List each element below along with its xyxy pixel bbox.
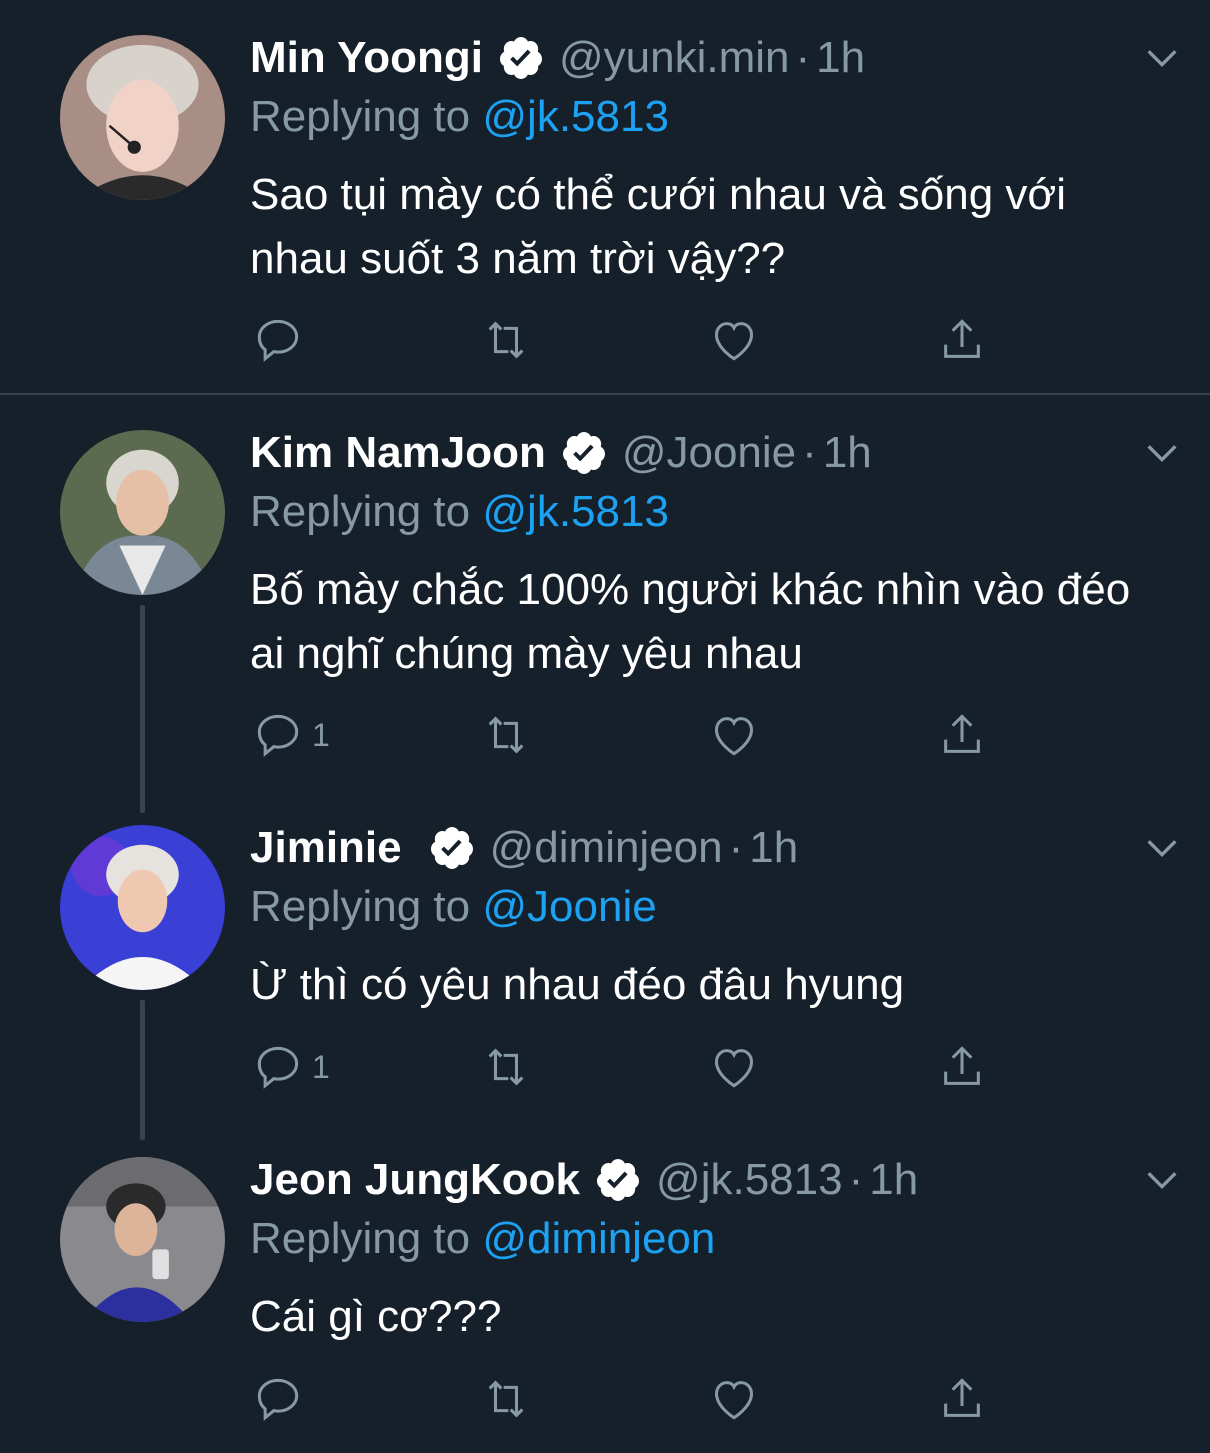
- retweet-icon: [488, 321, 524, 359]
- retweet-button[interactable]: [478, 1037, 534, 1097]
- tweet-kim-namjoon[interactable]: Kim NamJoon @Joonie · 1h Replying to @jk…: [0, 395, 1210, 813]
- reply-count: 1: [312, 1048, 330, 1085]
- share-icon: [944, 1378, 980, 1417]
- chevron-down-icon[interactable]: [1142, 1160, 1182, 1200]
- like-button[interactable]: [706, 705, 762, 765]
- timestamp[interactable]: 1h: [823, 428, 872, 478]
- display-name[interactable]: Jiminie: [250, 823, 402, 873]
- replying-prefix: Replying to: [250, 1214, 471, 1263]
- chevron-down-icon[interactable]: [1142, 828, 1182, 868]
- retweet-button[interactable]: [478, 705, 534, 765]
- display-name[interactable]: Kim NamJoon: [250, 428, 546, 478]
- share-button[interactable]: [934, 1369, 990, 1429]
- verified-badge-icon: [499, 37, 542, 79]
- share-icon: [944, 1046, 980, 1085]
- heart-icon: [714, 717, 754, 756]
- replying-to: Replying to @diminjeon: [250, 1214, 715, 1264]
- reply-button[interactable]: [250, 310, 312, 370]
- heart-icon: [714, 322, 754, 361]
- mention-link[interactable]: @diminjeon: [482, 1214, 715, 1263]
- replying-to: Replying to @Joonie: [250, 882, 657, 932]
- tweet-jeon-jungkook[interactable]: Jeon JungKook @jk.5813 · 1h Replying to …: [0, 1122, 1210, 1453]
- tweet-header: Kim NamJoon @Joonie · 1h: [250, 425, 872, 481]
- separator-dot: ·: [802, 428, 817, 477]
- replying-to: Replying to @jk.5813: [250, 487, 669, 537]
- tweet-jiminie[interactable]: Jiminie @diminjeon · 1h Replying to @Joo…: [0, 790, 1210, 1140]
- retweet-icon: [488, 716, 524, 754]
- tweet-actions: 1: [250, 1037, 1010, 1097]
- tweet-header: Jiminie @diminjeon · 1h: [250, 820, 798, 876]
- user-handle[interactable]: @yunki.min: [559, 33, 790, 83]
- reply-icon: [257, 1378, 299, 1421]
- separator-dot: ·: [728, 823, 744, 872]
- retweet-icon: [488, 1048, 524, 1086]
- user-handle[interactable]: @jk.5813: [656, 1155, 843, 1205]
- tweet-actions: [250, 1369, 1010, 1429]
- avatar-kim-namjoon[interactable]: [60, 430, 225, 595]
- reply-icon: [257, 1046, 299, 1089]
- user-handle[interactable]: @diminjeon: [490, 823, 723, 873]
- retweet-button[interactable]: [478, 310, 534, 370]
- tweet-actions: [250, 310, 1010, 370]
- replying-prefix: Replying to: [250, 882, 471, 931]
- tweet-actions: 1: [250, 705, 1010, 765]
- avatar-min-yoongi[interactable]: [60, 35, 225, 200]
- heart-icon: [714, 1049, 754, 1088]
- replying-to: Replying to @jk.5813: [250, 92, 669, 142]
- replying-prefix: Replying to: [250, 487, 471, 536]
- timestamp[interactable]: 1h: [816, 33, 865, 83]
- verified-badge-icon: [430, 827, 473, 869]
- reply-button[interactable]: [250, 1369, 312, 1429]
- user-handle[interactable]: @Joonie: [622, 428, 796, 478]
- separator-dot: ·: [848, 1155, 864, 1204]
- mention-link[interactable]: @Joonie: [482, 882, 656, 931]
- chevron-down-icon[interactable]: [1142, 38, 1182, 78]
- like-button[interactable]: [706, 1037, 762, 1097]
- share-icon: [944, 714, 980, 753]
- like-button[interactable]: [706, 1369, 762, 1429]
- like-button[interactable]: [706, 310, 762, 370]
- timestamp[interactable]: 1h: [749, 823, 798, 873]
- display-name[interactable]: Jeon JungKook: [250, 1155, 580, 1205]
- verified-badge-icon: [597, 1159, 640, 1201]
- reply-icon: [257, 319, 299, 362]
- tweet-text: Ừ thì có yêu nhau đéo đâu hyung: [250, 960, 905, 1009]
- separator-dot: ·: [795, 33, 811, 82]
- thread-line: [140, 605, 145, 813]
- reply-count: 1: [312, 716, 330, 753]
- tweet-min-yoongi[interactable]: Min Yoongi @yunki.min · 1h Replying to @…: [0, 0, 1210, 393]
- heart-icon: [714, 1381, 754, 1420]
- avatar-jiminie[interactable]: [60, 825, 225, 990]
- share-button[interactable]: [934, 705, 990, 765]
- retweet-icon: [488, 1380, 524, 1418]
- replying-prefix: Replying to: [250, 92, 471, 141]
- tweet-text: Bố mày chắc 100% người khác nhìn vào đéo…: [250, 565, 1131, 678]
- share-icon: [944, 319, 980, 358]
- retweet-button[interactable]: [478, 1369, 534, 1429]
- mention-link[interactable]: @jk.5813: [482, 487, 669, 536]
- thread-line: [140, 1000, 145, 1140]
- tweet-header: Jeon JungKook @jk.5813 · 1h: [250, 1152, 918, 1208]
- display-name[interactable]: Min Yoongi: [250, 33, 483, 83]
- tweet-text: Cái gì cơ???: [250, 1292, 502, 1341]
- reply-button[interactable]: 1: [250, 1037, 330, 1097]
- tweet-text: Sao tụi mày có thể cưới nhau và sống với…: [250, 170, 1067, 283]
- timestamp[interactable]: 1h: [869, 1155, 918, 1205]
- reply-button[interactable]: 1: [250, 705, 330, 765]
- mention-link[interactable]: @jk.5813: [482, 92, 669, 141]
- chevron-down-icon[interactable]: [1142, 433, 1182, 473]
- share-button[interactable]: [934, 1037, 990, 1097]
- tweet-header: Min Yoongi @yunki.min · 1h: [250, 30, 865, 86]
- share-button[interactable]: [934, 310, 990, 370]
- verified-badge-icon: [562, 432, 605, 474]
- reply-icon: [257, 714, 299, 757]
- avatar-jeon-jungkook[interactable]: [60, 1157, 225, 1322]
